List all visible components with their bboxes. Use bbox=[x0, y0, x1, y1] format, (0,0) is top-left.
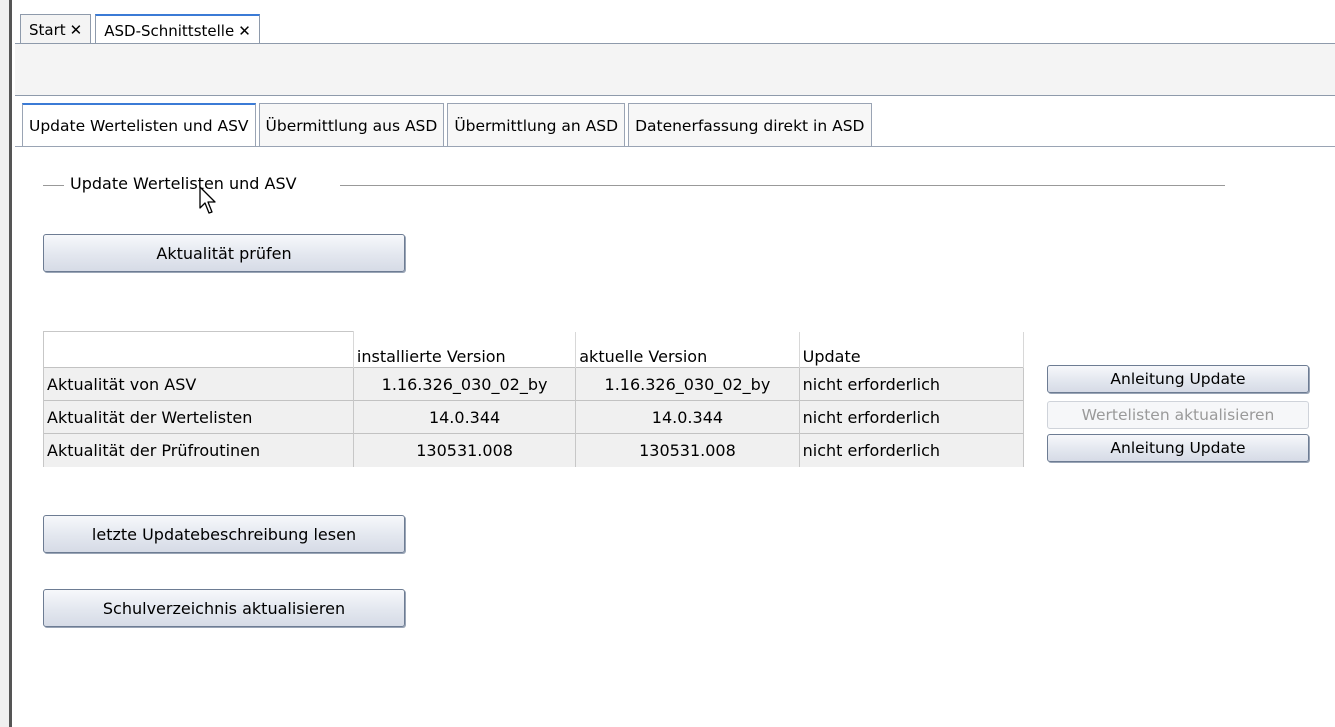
table-cell: 130531.008 bbox=[353, 433, 577, 467]
table-header-cell bbox=[43, 331, 354, 368]
group-border bbox=[340, 185, 1225, 186]
update-school-directory-button[interactable]: Schulverzeichnis aktualisieren bbox=[43, 589, 405, 627]
read-update-description-button[interactable]: letzte Updatebeschreibung lesen bbox=[43, 515, 405, 553]
table-row[interactable]: Aktualität der Prüfroutinen 130531.008 1… bbox=[43, 433, 1025, 467]
toolbar-band bbox=[15, 44, 1335, 96]
table-cell: Aktualität der Prüfroutinen bbox=[43, 433, 354, 467]
table-cell: 14.0.344 bbox=[575, 400, 800, 434]
table-cell: 1.16.326_030_02_by bbox=[575, 367, 800, 401]
inner-tab-divider bbox=[15, 146, 1335, 147]
tab-update-wertelisten[interactable]: Update Wertelisten und ASV bbox=[22, 103, 256, 147]
tab-uebermittlung-an-asd[interactable]: Übermittlung an ASD bbox=[447, 103, 626, 147]
table-cell: Aktualität von ASV bbox=[43, 367, 354, 401]
table-row[interactable]: Aktualität von ASV 1.16.326_030_02_by 1.… bbox=[43, 367, 1025, 401]
group-title: Update Wertelisten und ASV bbox=[70, 174, 297, 193]
table-cell: 130531.008 bbox=[575, 433, 800, 467]
window-left-edge bbox=[0, 0, 12, 727]
update-guide-button-2[interactable]: Anleitung Update bbox=[1047, 434, 1309, 462]
update-guide-button[interactable]: Anleitung Update bbox=[1047, 365, 1309, 393]
version-table: installierte Version aktuelle Version Up… bbox=[43, 331, 1025, 467]
outer-tab-bar: Start ✕ ASD-Schnittstelle ✕ bbox=[20, 14, 260, 45]
tab-start[interactable]: Start ✕ bbox=[20, 14, 92, 44]
table-row[interactable]: Aktualität der Wertelisten 14.0.344 14.0… bbox=[43, 400, 1025, 434]
table-cell: 14.0.344 bbox=[353, 400, 577, 434]
group-border bbox=[43, 185, 64, 186]
table-header-row: installierte Version aktuelle Version Up… bbox=[43, 331, 1025, 368]
table-cell: nicht erforderlich bbox=[799, 400, 1025, 434]
check-currency-button[interactable]: Aktualität prüfen bbox=[43, 234, 405, 272]
table-cell: Aktualität der Wertelisten bbox=[43, 400, 354, 434]
close-icon[interactable]: ✕ bbox=[238, 22, 251, 40]
table-cell: nicht erforderlich bbox=[799, 367, 1025, 401]
tab-datenerfassung[interactable]: Datenerfassung direkt in ASD bbox=[628, 103, 872, 147]
table-cell: nicht erforderlich bbox=[799, 433, 1025, 467]
mouse-cursor-icon bbox=[199, 186, 216, 214]
update-lists-button[interactable]: Wertelisten aktualisieren bbox=[1047, 401, 1309, 429]
table-header-cell: aktuelle Version bbox=[575, 331, 800, 368]
inner-tab-bar: Update Wertelisten und ASV Übermittlung … bbox=[22, 103, 872, 147]
tab-asd-label: ASD-Schnittstelle bbox=[104, 21, 235, 40]
table-cell: 1.16.326_030_02_by bbox=[353, 367, 577, 401]
tab-asd-schnittstelle[interactable]: ASD-Schnittstelle ✕ bbox=[95, 14, 260, 45]
close-icon[interactable]: ✕ bbox=[70, 21, 83, 39]
tab-start-label: Start bbox=[29, 20, 66, 39]
table-header-cell: Update bbox=[799, 331, 1025, 368]
tab-uebermittlung-aus-asd[interactable]: Übermittlung aus ASD bbox=[258, 103, 445, 147]
table-header-cell: installierte Version bbox=[353, 331, 577, 368]
